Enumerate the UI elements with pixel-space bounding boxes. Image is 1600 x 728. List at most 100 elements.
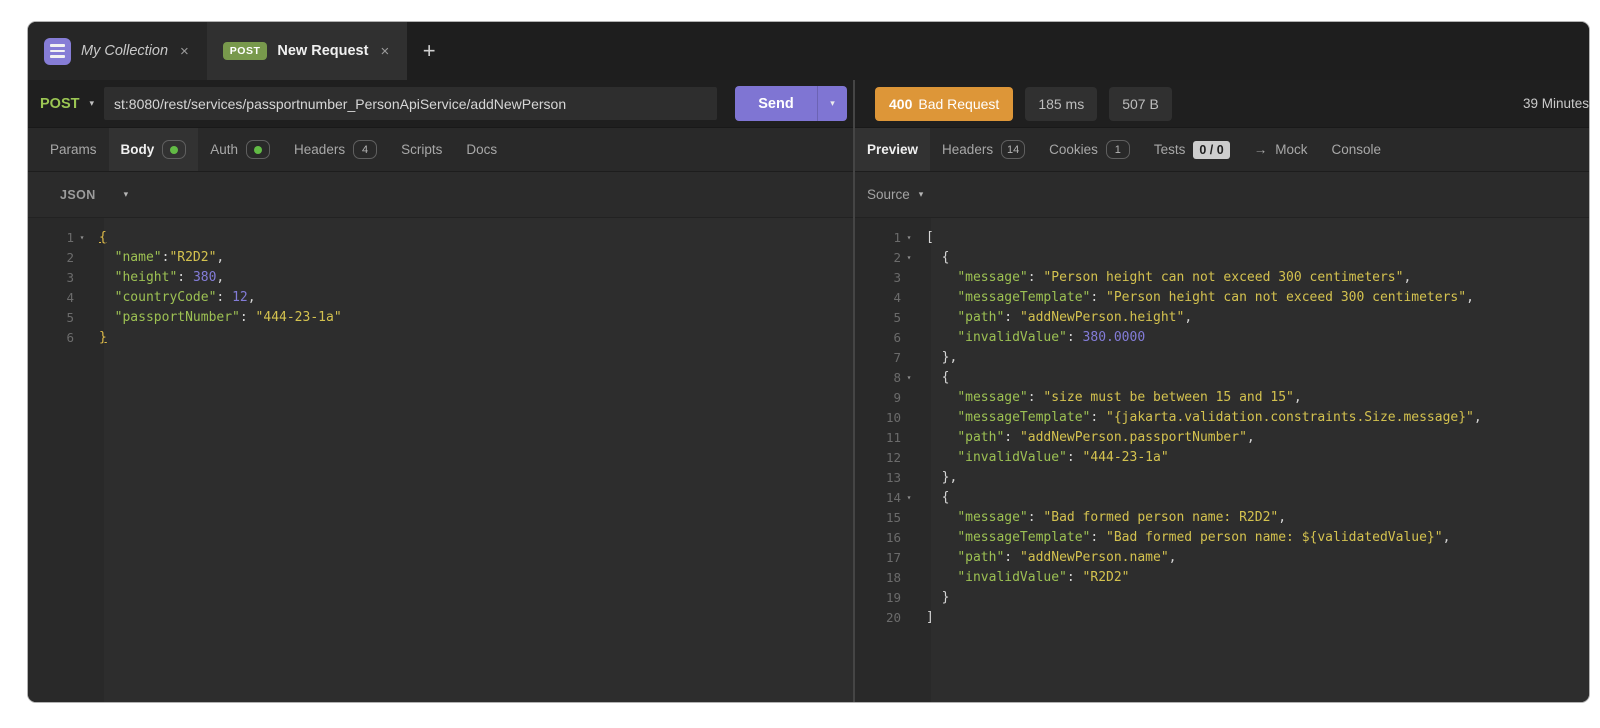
code-line: 20] <box>855 607 1589 627</box>
response-pane: 400 Bad Request 185 ms 507 B 39 Minutes … <box>855 80 1589 702</box>
collection-menu-icon[interactable] <box>44 38 71 65</box>
line-number: 1 <box>855 230 901 245</box>
request-tab-bar: My Collection × POST New Request × + <box>28 22 1589 80</box>
chevron-down-icon[interactable]: ▾ <box>124 189 129 200</box>
code-line: 5 "path": "addNewPerson.height", <box>855 307 1589 327</box>
response-section-tabs: Preview Headers 14 Cookies 1 Tests 0 / 0… <box>855 128 1589 172</box>
request-body-editor[interactable]: 1▾{2 "name":"R2D2",3 "height": 380,4 "co… <box>28 218 853 702</box>
response-time: 185 ms <box>1025 87 1097 121</box>
tab-docs[interactable]: Docs <box>454 128 509 171</box>
code-line: 11 "path": "addNewPerson.passportNumber"… <box>855 427 1589 447</box>
code-line: 1▾[ <box>855 227 1589 247</box>
request-pane: POST ▾ Send ▾ Params Body Auth <box>28 80 853 702</box>
line-number: 6 <box>28 330 74 345</box>
body-type-bar: JSON ▾ <box>28 172 853 218</box>
code-line: 12 "invalidValue": "444-23-1a" <box>855 447 1589 467</box>
tab-preview[interactable]: Preview <box>855 128 930 171</box>
tab-tests[interactable]: Tests 0 / 0 <box>1142 128 1242 171</box>
new-tab-button[interactable]: + <box>407 22 451 80</box>
tab-my-collection[interactable]: My Collection × <box>28 22 207 80</box>
line-number: 4 <box>855 290 901 305</box>
close-icon[interactable]: × <box>178 42 191 61</box>
fold-caret-icon[interactable]: ▾ <box>901 373 917 382</box>
tab-console[interactable]: Console <box>1319 128 1393 171</box>
send-button[interactable]: Send ▾ <box>735 86 847 121</box>
line-number: 4 <box>28 290 74 305</box>
code-line: 2▾ { <box>855 247 1589 267</box>
line-number: 10 <box>855 410 901 425</box>
line-number: 3 <box>855 270 901 285</box>
body-type-select[interactable]: JSON <box>60 188 96 202</box>
code-line: 15 "message": "Bad formed person name: R… <box>855 507 1589 527</box>
line-number: 11 <box>855 430 901 445</box>
code-line: 8▾ { <box>855 367 1589 387</box>
send-options-caret-icon[interactable]: ▾ <box>817 86 847 121</box>
response-headers-count-badge: 14 <box>1001 140 1025 159</box>
code-line: 6 "invalidValue": 380.0000 <box>855 327 1589 347</box>
tab-auth[interactable]: Auth <box>198 128 282 171</box>
tab-new-request[interactable]: POST New Request × <box>207 22 407 80</box>
code-line: 10 "messageTemplate": "{jakarta.validati… <box>855 407 1589 427</box>
app-window: My Collection × POST New Request × + POS… <box>28 22 1589 702</box>
code-line: 3 "message": "Person height can not exce… <box>855 267 1589 287</box>
response-view-select[interactable]: Source <box>867 187 910 202</box>
collection-tab-label: My Collection <box>81 43 168 59</box>
line-number: 20 <box>855 610 901 625</box>
fold-caret-icon[interactable]: ▾ <box>901 253 917 262</box>
tab-params[interactable]: Params <box>38 128 109 171</box>
auth-active-indicator <box>246 140 270 159</box>
line-number: 16 <box>855 530 901 545</box>
tab-cookies[interactable]: Cookies 1 <box>1037 128 1142 171</box>
code-line: 13 }, <box>855 467 1589 487</box>
method-select[interactable]: POST <box>40 96 79 112</box>
line-number: 15 <box>855 510 901 525</box>
chevron-down-icon[interactable]: ▾ <box>89 98 94 109</box>
code-line: 7 }, <box>855 347 1589 367</box>
fold-caret-icon[interactable]: ▾ <box>901 493 917 502</box>
line-number: 14 <box>855 490 901 505</box>
code-line: 14▾ { <box>855 487 1589 507</box>
url-bar: POST ▾ Send ▾ <box>28 80 853 128</box>
line-number: 2 <box>28 250 74 265</box>
tab-mock[interactable]: → Mock <box>1242 128 1320 171</box>
body-active-indicator <box>162 140 186 159</box>
request-tab-label: New Request <box>277 43 368 59</box>
tab-headers[interactable]: Headers 4 <box>282 128 389 171</box>
tab-scripts[interactable]: Scripts <box>389 128 454 171</box>
line-number: 6 <box>855 330 901 345</box>
tab-body[interactable]: Body <box>109 128 199 171</box>
code-line: 2 "name":"R2D2", <box>28 247 853 267</box>
tests-count-badge: 0 / 0 <box>1193 141 1229 159</box>
cookies-count-badge: 1 <box>1106 140 1130 159</box>
line-number: 18 <box>855 570 901 585</box>
arrow-right-icon: → <box>1254 142 1268 157</box>
response-age: 39 Minutes <box>1523 96 1589 111</box>
line-number: 17 <box>855 550 901 565</box>
line-number: 12 <box>855 450 901 465</box>
response-body-viewer[interactable]: 1▾[2▾ {3 "message": "Person height can n… <box>855 218 1589 702</box>
chevron-down-icon[interactable]: ▾ <box>919 189 924 200</box>
close-icon[interactable]: × <box>378 42 391 61</box>
status-reason: Bad Request <box>918 96 999 112</box>
tab-response-headers[interactable]: Headers 14 <box>930 128 1037 171</box>
line-number: 3 <box>28 270 74 285</box>
url-input[interactable] <box>104 87 717 120</box>
response-size: 507 B <box>1109 87 1172 121</box>
headers-count-badge: 4 <box>353 140 377 159</box>
method-badge: POST <box>223 42 268 60</box>
line-number: 5 <box>855 310 901 325</box>
code-line: 1▾{ <box>28 227 853 247</box>
response-view-bar: Source ▾ <box>855 172 1589 218</box>
green-dot-icon <box>170 146 178 154</box>
line-number: 19 <box>855 590 901 605</box>
line-number: 2 <box>855 250 901 265</box>
status-badge: 400 Bad Request <box>875 87 1013 121</box>
line-number: 13 <box>855 470 901 485</box>
fold-caret-icon[interactable]: ▾ <box>901 233 917 242</box>
code-line: 3 "height": 380, <box>28 267 853 287</box>
code-line: 9 "message": "size must be between 15 an… <box>855 387 1589 407</box>
fold-caret-icon[interactable]: ▾ <box>74 233 90 242</box>
line-number: 5 <box>28 310 74 325</box>
code-line: 4 "countryCode": 12, <box>28 287 853 307</box>
code-line: 18 "invalidValue": "R2D2" <box>855 567 1589 587</box>
